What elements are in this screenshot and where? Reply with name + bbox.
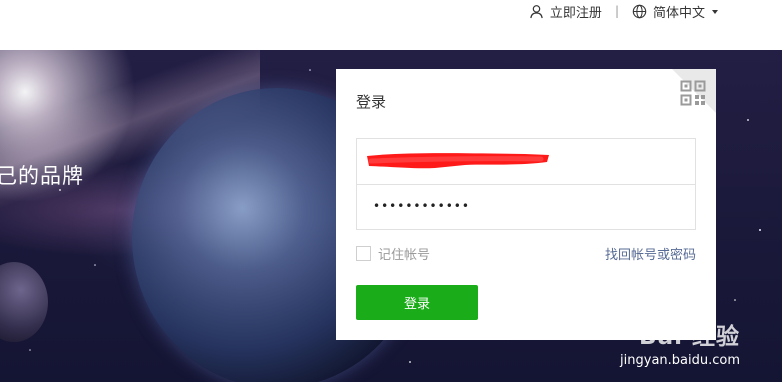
qr-login-button[interactable] [680, 80, 706, 106]
remember-checkbox[interactable] [356, 246, 371, 261]
credentials-group: •••••••••••• [356, 138, 696, 230]
qr-code-icon [680, 80, 706, 106]
header-separator: | [614, 4, 619, 18]
caret-down-icon [712, 10, 718, 14]
top-links: 立即注册 | 简体中文 [529, 0, 718, 22]
login-button[interactable]: 登录 [356, 285, 478, 320]
register-label: 立即注册 [549, 5, 602, 21]
remember-label: 记住帐号 [378, 248, 431, 263]
password-field[interactable]: •••••••••••• [357, 184, 695, 229]
hero-slogan: 己的品牌 [0, 164, 84, 188]
login-title: 登录 [356, 93, 387, 111]
forgot-password-link[interactable]: 找回帐号或密码 [605, 244, 696, 263]
language-label: 简体中文 [652, 5, 705, 21]
password-value: •••••••••••• [373, 199, 470, 213]
login-card: 登录 •••••••••••• 记住帐号 找回帐号或密码 登录 [336, 69, 716, 340]
redaction-mark [367, 153, 549, 169]
globe-icon [632, 4, 647, 18]
account-field[interactable] [357, 139, 695, 184]
top-bar: 立即注册 | 简体中文 [0, 0, 782, 50]
language-selector[interactable]: 简体中文 [632, 2, 718, 21]
register-link[interactable]: 立即注册 [529, 2, 602, 21]
remember-account-option[interactable]: 记住帐号 [356, 244, 430, 263]
user-icon [530, 4, 543, 18]
